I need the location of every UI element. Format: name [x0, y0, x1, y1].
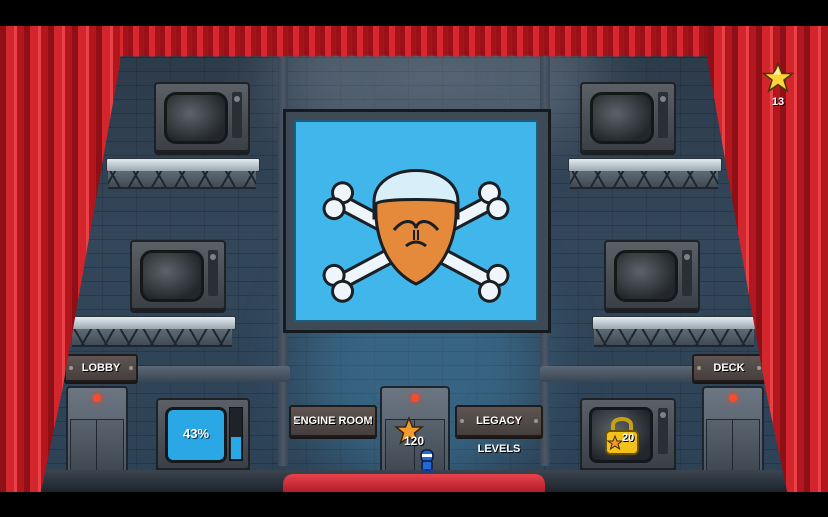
star-icon [762, 62, 794, 93]
locked-level-tv[interactable]: 20 [580, 398, 676, 470]
ninja-player-character[interactable] [418, 448, 436, 474]
curtain-valance-scallops [0, 26, 828, 65]
lobby-sign-label: LOBBY [81, 362, 121, 374]
deck-sign-label: DECK [713, 362, 745, 374]
truss-support [594, 329, 754, 347]
tv-side-panel [658, 408, 668, 454]
star-counter: 13 [758, 62, 798, 114]
door-light-icon [729, 394, 737, 402]
progress-screen: 43% [165, 407, 227, 463]
metal-shelf [568, 158, 722, 172]
deck-sign[interactable]: DECK [692, 354, 766, 382]
locked-screen: 20 [589, 407, 653, 463]
star-count: 13 [771, 96, 785, 108]
progress-percent-label: 43% [182, 426, 210, 441]
deck-door[interactable] [702, 386, 764, 476]
truss-support [108, 171, 256, 189]
red-carpet [283, 474, 545, 492]
locked-star-requirement: 20 [622, 432, 635, 444]
door-leaf [706, 418, 734, 474]
game-screen: LOBBY DECK ENGINE ROOM LEGACY LEVELS 120… [0, 0, 828, 517]
door-leaf [96, 418, 124, 474]
progress-tv[interactable]: 43% [156, 398, 250, 470]
preview-display [294, 120, 538, 322]
monitor-tv [604, 240, 700, 310]
bearded-skull-crossbones-icon [322, 169, 510, 303]
pipe [120, 366, 290, 382]
legacy-levels-sign-label: LEGACY LEVELS [476, 415, 522, 455]
monitor-tv [580, 82, 676, 152]
engine-room-sign-label: ENGINE ROOM [293, 415, 373, 427]
metal-shelf [70, 316, 236, 330]
monitor-tv [130, 240, 226, 310]
progress-meter [229, 407, 243, 461]
legacy-levels-sign[interactable]: LEGACY LEVELS [455, 405, 543, 455]
metal-shelf [106, 158, 260, 172]
door-leaf [70, 418, 98, 474]
truss-support [570, 171, 718, 189]
monitor-tv [154, 82, 250, 152]
door-leaf [732, 418, 760, 474]
lobby-door[interactable] [66, 386, 128, 476]
engine-room-sign[interactable]: ENGINE ROOM [289, 405, 377, 437]
metal-shelf [592, 316, 758, 330]
progress-meter-fill [231, 436, 241, 459]
door-light-icon [411, 394, 419, 402]
truss-support [72, 329, 232, 347]
level-preview-screen[interactable] [283, 109, 551, 333]
center-level-door[interactable]: 120 [380, 386, 450, 478]
lobby-sign[interactable]: LOBBY [64, 354, 138, 382]
pipe [540, 366, 710, 382]
door-light-icon [93, 394, 101, 402]
center-door-star-requirement: 120 [404, 434, 425, 448]
